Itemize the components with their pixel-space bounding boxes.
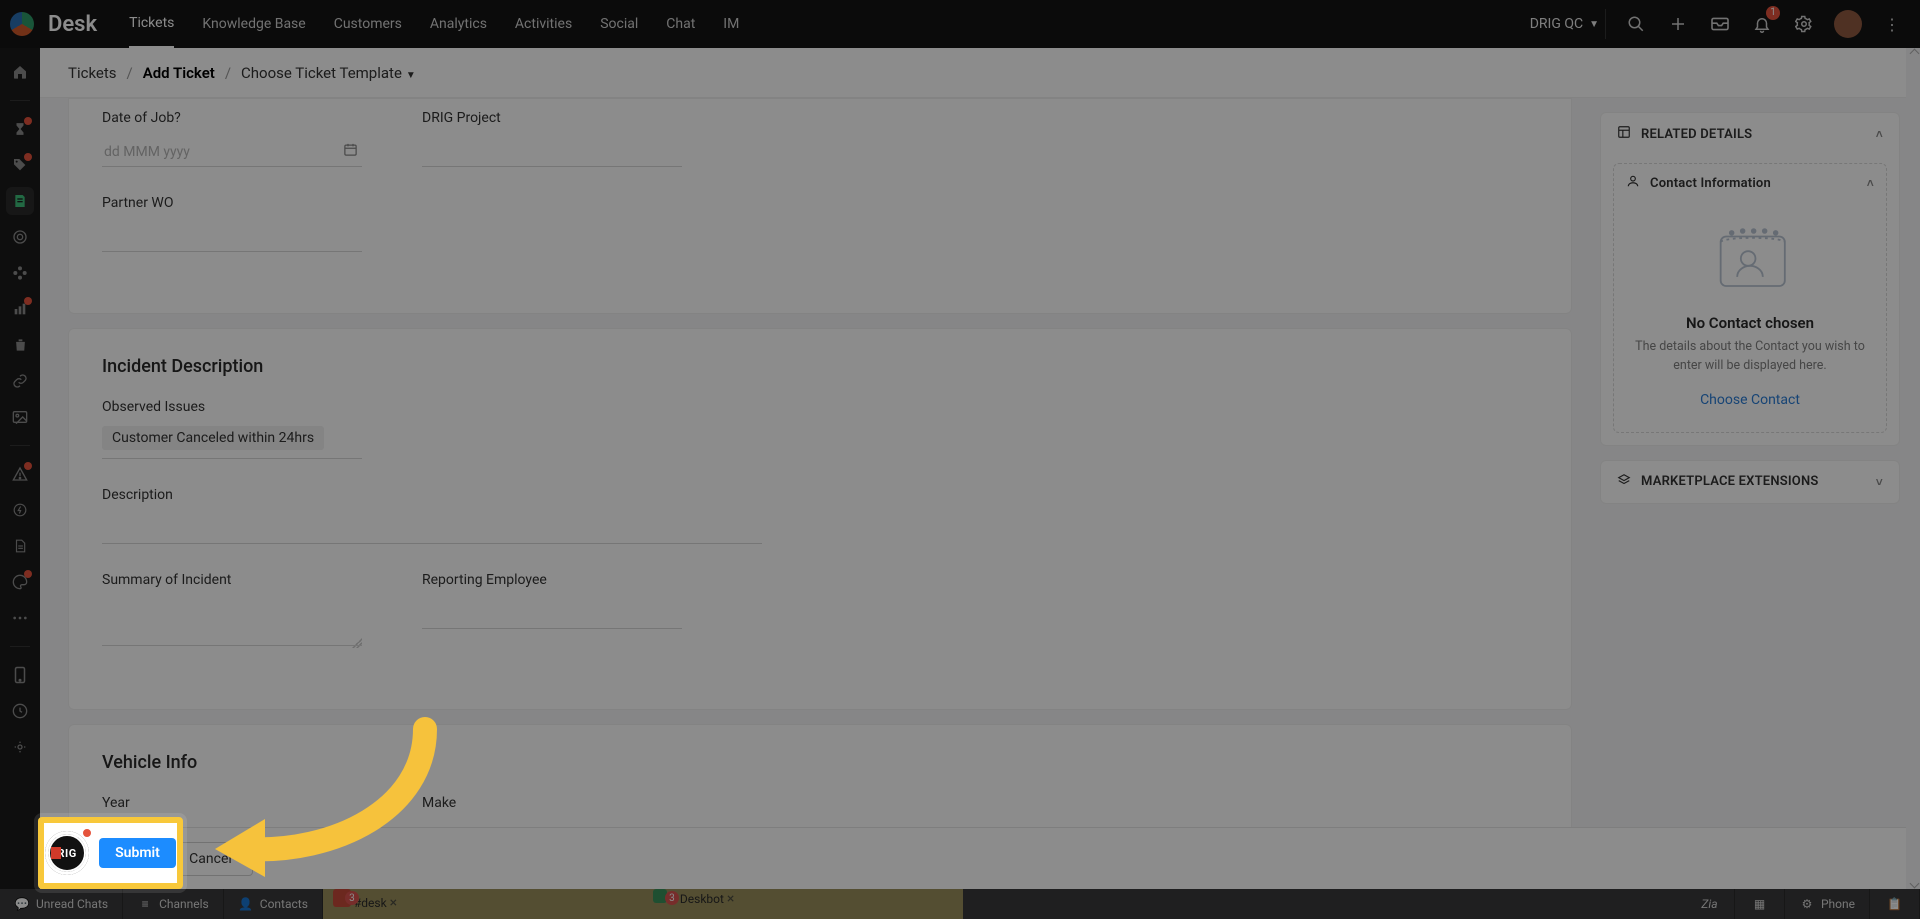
- notification-dot: [81, 827, 93, 839]
- drig-logo-icon: RIG: [45, 831, 89, 875]
- highlight-submit: RIG Submit: [38, 817, 183, 889]
- highlight-submit-button[interactable]: Submit: [99, 838, 176, 868]
- modal-overlay: [0, 0, 1920, 919]
